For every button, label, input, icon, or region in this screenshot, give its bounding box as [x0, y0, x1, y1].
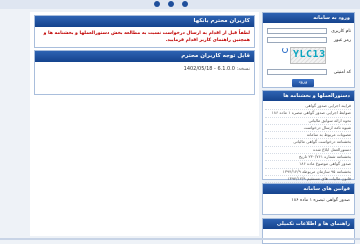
regulation-link[interactable]: شیوه نامه ارسال درخواست [265, 125, 351, 133]
username-label: نام کاربری [331, 29, 351, 34]
dot-icon [182, 1, 188, 7]
welcome-title: کاربران محترم بانکها [35, 16, 254, 27]
regulations-title: دستورالعملها و بخشنامه ها [263, 91, 354, 101]
regulation-link[interactable]: بخشنامه درخواست گواهی مالیاتی [265, 139, 351, 147]
laws-title: قوانین های سامانه [263, 184, 354, 194]
regulation-link[interactable]: مصوبات مربوط به سامانه [265, 132, 351, 140]
captcha-row: کد امنیتی [267, 69, 351, 76]
version-label: نسخه: [236, 66, 250, 72]
username-input[interactable] [267, 28, 327, 34]
version-title: قابل توجه کاربران محترم [35, 51, 254, 62]
version-value: 6.1.0.0 - 1402/05/18 [183, 66, 235, 72]
regulations-list: فرایند اجرایی صدور گواهی ضوابط اجرایی صد… [263, 101, 354, 184]
password-row: رمز عبور [267, 37, 351, 44]
welcome-notice: لطفاً قبل از اقدام به ارسال درخواست نسبت… [43, 31, 250, 43]
password-label: رمز عبور [333, 38, 351, 43]
regulation-link[interactable]: ضوابط اجرایی صدور گواهی تبصره ۱ ماده ۱۸۶ [265, 110, 351, 118]
guides-title: راهنمای ها و اطلاعات تکمیلی [263, 219, 354, 229]
version-panel: قابل توجه کاربران محترم نسخه: 6.1.0.0 - … [34, 50, 255, 95]
password-input[interactable] [267, 37, 327, 43]
law-link[interactable]: صدور گواهی تبصره ۱ ماده ۱۸۶ [291, 198, 350, 203]
main-content: کاربران محترم بانکها لطفاً قبل از اقدام … [30, 12, 259, 236]
regulation-link[interactable]: بخشنامه ۹۵ سازمان مربوطه ۱۳۹۴/۱۲/۹ [265, 169, 351, 176]
username-row: نام کاربری [267, 28, 351, 35]
top-band [0, 0, 360, 9]
refresh-captcha-icon[interactable] [282, 47, 288, 53]
guides-box: راهنمای ها و اطلاعات تکمیلی [262, 218, 355, 244]
welcome-panel: کاربران محترم بانکها لطفاً قبل از اقدام … [34, 15, 255, 48]
regulation-link[interactable]: دستورالعمل ابلاغ شده [265, 147, 351, 155]
captcha-input[interactable] [267, 69, 327, 75]
laws-box: قوانین های سامانه صدور گواهی تبصره ۱ ماد… [262, 183, 355, 215]
dot-icon [168, 1, 174, 7]
dot-icon [154, 1, 160, 7]
regulation-link[interactable]: نحوه ارائه سوابق مالیاتی [265, 118, 351, 125]
regulation-link[interactable]: فرایند اجرایی صدور گواهی [265, 103, 351, 111]
login-box: ورود به سامانه نام کاربری رمز عبور YLC13… [262, 12, 355, 88]
captcha-label: کد امنیتی [333, 70, 351, 75]
regulation-link[interactable]: صدور گواهی موضوع ماده ۱۸۶ [265, 161, 351, 169]
regulations-box: دستورالعملها و بخشنامه ها فرایند اجرایی … [262, 90, 355, 184]
captcha-image: YLC13 [290, 47, 326, 64]
regulation-link[interactable]: بخشنامه شماره ۲۳۰/۷۶۱ تاریخ [265, 154, 351, 162]
login-title: ورود به سامانه [263, 13, 354, 23]
login-button[interactable]: ورود [292, 79, 314, 87]
captcha-text: YLC13 [293, 49, 326, 60]
version-line: نسخه: 6.1.0.0 - 1402/05/18 [184, 66, 250, 72]
